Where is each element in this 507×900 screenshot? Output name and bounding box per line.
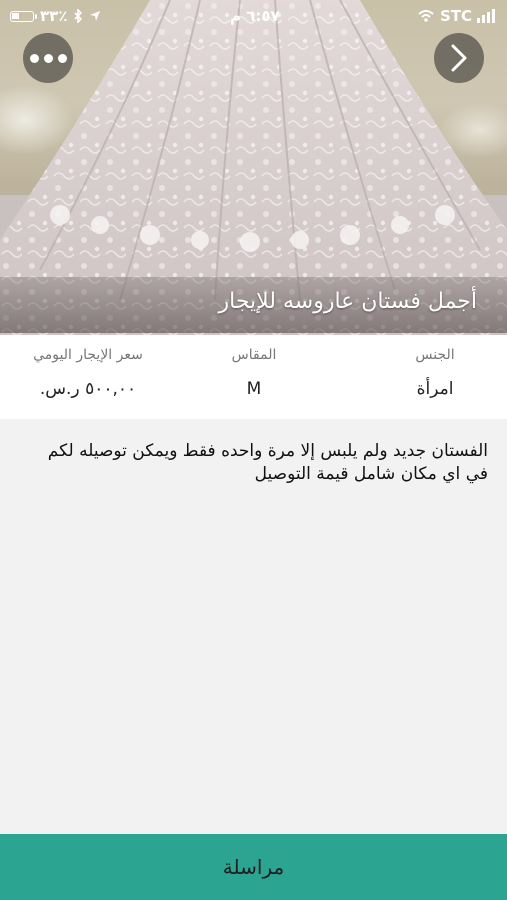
listing-description: الفستان جديد ولم يلبس إلا مرة واحده فقط … bbox=[47, 441, 488, 484]
size-value: M bbox=[246, 379, 262, 399]
wifi-icon bbox=[418, 10, 434, 22]
battery-icon bbox=[10, 10, 37, 22]
size-label: المقاس bbox=[231, 347, 277, 363]
status-bar: ٣٣٪ ٦:٥٧ م STC bbox=[0, 0, 507, 30]
battery-percentage: ٣٣٪ bbox=[40, 7, 68, 25]
status-bar-right-group: ٣٣٪ bbox=[10, 7, 101, 25]
specs-row: الجنس امرأة المقاس M سعر الإيجار اليومي … bbox=[0, 335, 507, 419]
next-button[interactable] bbox=[434, 33, 484, 83]
status-bar-carrier-group: STC bbox=[418, 7, 496, 25]
price-label: سعر الإيجار اليومي bbox=[33, 347, 143, 363]
contact-button[interactable]: مراسلة bbox=[0, 834, 507, 900]
bluetooth-icon bbox=[74, 9, 83, 23]
chevron-right-icon bbox=[451, 44, 467, 72]
more-dots-icon bbox=[29, 53, 67, 63]
contact-button-label: مراسلة bbox=[222, 855, 285, 879]
carrier-name: STC bbox=[440, 7, 473, 25]
more-options-button[interactable] bbox=[23, 33, 73, 83]
location-arrow-icon bbox=[90, 11, 101, 21]
gender-label: الجنس bbox=[415, 347, 455, 363]
signal-icon bbox=[477, 9, 496, 23]
price-value: ٥٠٠,٠٠ ر.س. bbox=[39, 379, 137, 399]
gender-value: امرأة bbox=[416, 379, 454, 399]
listing-title: أجمل فستان عاروسه للإيجار bbox=[218, 289, 478, 314]
status-time: ٦:٥٧ م bbox=[230, 7, 280, 25]
title-overlay: أجمل فستان عاروسه للإيجار bbox=[0, 277, 507, 333]
